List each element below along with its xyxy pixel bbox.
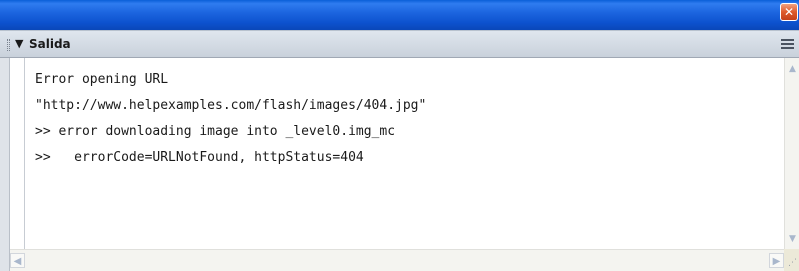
scroll-down-icon[interactable]: ▼	[786, 232, 799, 247]
panel-left-gutter	[0, 58, 10, 271]
output-text-area[interactable]: Error opening URL "http://www.helpexampl…	[24, 58, 784, 249]
output-line: >> error downloading image into _level0.…	[35, 124, 396, 139]
close-icon: ✕	[783, 5, 795, 19]
output-line: "http://www.helpexamples.com/flash/image…	[35, 98, 427, 113]
scrollbar-corner: ⋰	[784, 249, 799, 271]
close-button[interactable]: ✕	[780, 3, 798, 21]
drag-grip-icon[interactable]	[7, 39, 10, 51]
collapse-arrow-icon[interactable]: ▼	[15, 37, 23, 51]
resize-grip-icon[interactable]: ⋰	[787, 258, 797, 268]
scroll-right-icon[interactable]: ▶	[769, 253, 784, 268]
panel-options-menu-icon[interactable]	[781, 39, 794, 51]
panel-header[interactable]: ▼ Salida	[0, 30, 799, 58]
output-line: Error opening URL	[35, 72, 169, 87]
window-titlebar: ✕	[0, 0, 799, 30]
output-line: >> errorCode=URLNotFound, httpStatus=404	[35, 150, 364, 165]
scroll-left-icon[interactable]: ◀	[10, 253, 25, 268]
panel-title: Salida	[29, 37, 71, 51]
vertical-scrollbar[interactable]: ▲ ▼	[784, 58, 799, 249]
horizontal-scrollbar[interactable]: ◀ ▶	[10, 249, 784, 271]
scroll-up-icon[interactable]: ▲	[786, 62, 799, 77]
